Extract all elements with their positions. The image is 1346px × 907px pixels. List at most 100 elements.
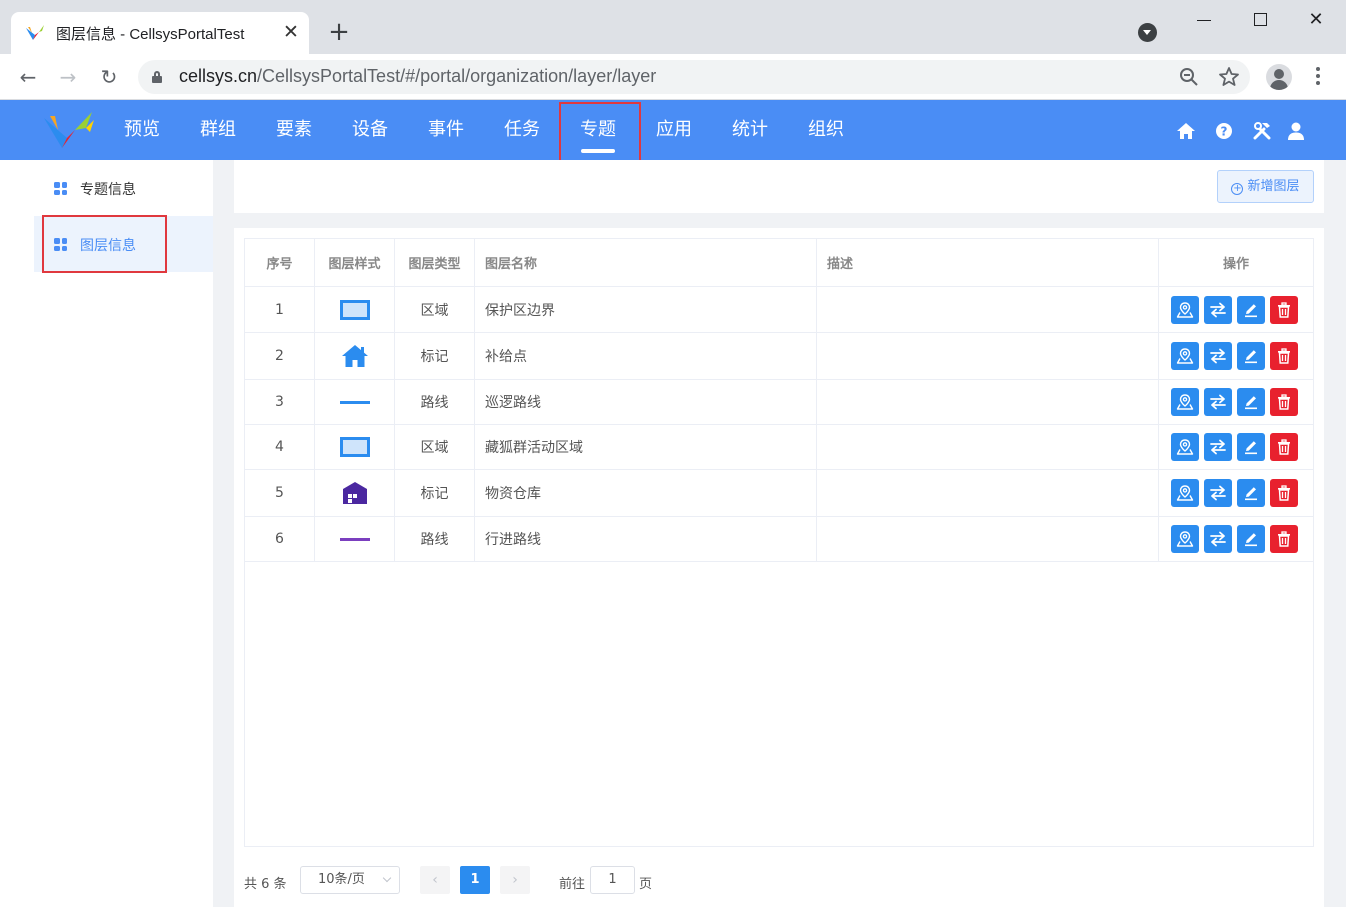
swap-button[interactable]: [1204, 479, 1232, 507]
tools-icon[interactable]: [1250, 119, 1274, 143]
edit-button[interactable]: [1237, 295, 1265, 324]
table-row: 4 区域 藏狐群活动区域: [245, 425, 1313, 470]
nav-item-groups[interactable]: 群组: [180, 100, 256, 160]
app-favicon-icon: [26, 25, 44, 40]
nav-item-elements[interactable]: 要素: [256, 100, 332, 160]
map-marker-icon: [1176, 348, 1194, 364]
warehouse-marker-icon: [342, 482, 367, 504]
chevron-down-icon: [382, 873, 392, 883]
window-close-button[interactable]: ✕: [1302, 8, 1330, 32]
cell-type: 区域: [395, 287, 475, 332]
page-size-select[interactable]: 10条/页: [300, 866, 400, 894]
map-marker-icon: [1176, 439, 1194, 455]
url-path: /CellsysPortalTest/#/portal/organization…: [257, 66, 657, 86]
window-maximize-button[interactable]: [1246, 8, 1274, 32]
swap-button[interactable]: [1204, 342, 1232, 370]
edit-button[interactable]: [1237, 388, 1265, 416]
user-icon[interactable]: [1284, 119, 1308, 143]
cell-index: 4: [245, 425, 315, 469]
swap-icon: [1210, 439, 1226, 455]
prev-page-button[interactable]: ‹: [420, 866, 450, 894]
left-gutter: [0, 160, 34, 907]
browser-tab[interactable]: 图层信息 - CellsysPortalTest ✕: [11, 12, 309, 54]
delete-button[interactable]: [1270, 479, 1298, 507]
map-marker-button[interactable]: [1171, 525, 1199, 553]
help-icon[interactable]: ?: [1212, 119, 1236, 143]
forward-icon[interactable]: →: [55, 64, 81, 90]
cell-actions: [1159, 470, 1313, 516]
cell-actions: [1159, 287, 1313, 332]
edit-button[interactable]: [1237, 342, 1265, 370]
add-layer-button[interactable]: + 新增图层: [1217, 170, 1314, 203]
window-minimize-button[interactable]: [1190, 8, 1218, 32]
delete-button[interactable]: [1270, 295, 1298, 324]
nav-item-preview[interactable]: 预览: [104, 100, 180, 160]
table-header-row: 序号 图层样式 图层类型 图层名称 描述 操作: [245, 239, 1313, 287]
nav-item-devices[interactable]: 设备: [332, 100, 408, 160]
back-icon[interactable]: ←: [15, 64, 41, 90]
nav-item-tasks[interactable]: 任务: [484, 100, 560, 160]
swap-button[interactable]: [1204, 525, 1232, 553]
nav-item-events[interactable]: 事件: [408, 100, 484, 160]
cell-name: 保护区边界: [475, 287, 817, 332]
map-marker-button[interactable]: [1171, 295, 1199, 324]
sidebar-item-topic-info[interactable]: 专题信息: [34, 160, 213, 216]
reload-icon[interactable]: ↻: [96, 64, 122, 90]
swap-button[interactable]: [1204, 433, 1232, 461]
map-marker-button[interactable]: [1171, 388, 1199, 416]
edit-icon: [1245, 303, 1257, 317]
next-page-button[interactable]: ›: [500, 866, 530, 894]
table-row: 3 路线 巡逻路线: [245, 380, 1313, 425]
lock-icon[interactable]: [152, 71, 162, 83]
swap-icon: [1210, 531, 1226, 547]
cell-name: 巡逻路线: [475, 380, 817, 424]
main-nav: 预览 群组 要素 设备 事件 任务 专题 应用 统计 组织: [104, 100, 864, 160]
url-text: cellsys.cn/CellsysPortalTest/#/portal/or…: [179, 66, 656, 87]
map-marker-button[interactable]: [1171, 479, 1199, 507]
browser-menu-icon[interactable]: [1310, 65, 1326, 89]
edit-icon: [1245, 487, 1257, 501]
cell-actions: [1159, 517, 1313, 561]
tab-close-icon[interactable]: ✕: [280, 21, 302, 43]
delete-button[interactable]: [1270, 342, 1298, 370]
edit-button[interactable]: [1237, 525, 1265, 553]
nav-item-statistics[interactable]: 统计: [712, 100, 788, 160]
sidebar-item-layer-info[interactable]: 图层信息: [34, 216, 213, 272]
cell-style: [315, 470, 395, 516]
nav-item-organization[interactable]: 组织: [788, 100, 864, 160]
delete-button[interactable]: [1270, 433, 1298, 461]
delete-button[interactable]: [1270, 525, 1298, 553]
map-marker-icon: [1176, 301, 1194, 318]
page-number-current[interactable]: 1: [460, 866, 490, 894]
delete-button[interactable]: [1270, 388, 1298, 416]
column-header: 序号: [245, 239, 315, 286]
swap-icon: [1210, 394, 1226, 410]
map-marker-button[interactable]: [1171, 433, 1199, 461]
cell-description: [817, 380, 1159, 424]
swap-icon: [1210, 302, 1226, 317]
edit-button[interactable]: [1237, 479, 1265, 507]
map-marker-button[interactable]: [1171, 342, 1199, 370]
cell-description: [817, 470, 1159, 516]
browser-media-icon[interactable]: [1138, 23, 1157, 42]
browser-profile-avatar[interactable]: [1266, 64, 1292, 90]
edit-button[interactable]: [1237, 433, 1265, 461]
url-input[interactable]: cellsys.cn/CellsysPortalTest/#/portal/or…: [138, 60, 1250, 94]
delete-icon: [1278, 485, 1290, 501]
goto-page-input[interactable]: 1: [590, 866, 635, 894]
new-tab-icon[interactable]: +: [327, 19, 351, 45]
nav-item-apps[interactable]: 应用: [636, 100, 712, 160]
cell-style: [315, 380, 395, 424]
bookmark-star-icon[interactable]: [1218, 66, 1240, 88]
cell-index: 3: [245, 380, 315, 424]
home-icon[interactable]: [1174, 119, 1198, 143]
nav-item-topics[interactable]: 专题: [560, 100, 636, 160]
app-logo-icon: [44, 112, 94, 148]
svg-text:?: ?: [1221, 125, 1228, 139]
cell-type: 标记: [395, 333, 475, 379]
swap-button[interactable]: [1204, 388, 1232, 416]
cell-style: [315, 287, 395, 332]
zoom-out-icon[interactable]: [1178, 66, 1200, 88]
delete-icon: [1278, 394, 1290, 410]
swap-button[interactable]: [1204, 295, 1232, 324]
